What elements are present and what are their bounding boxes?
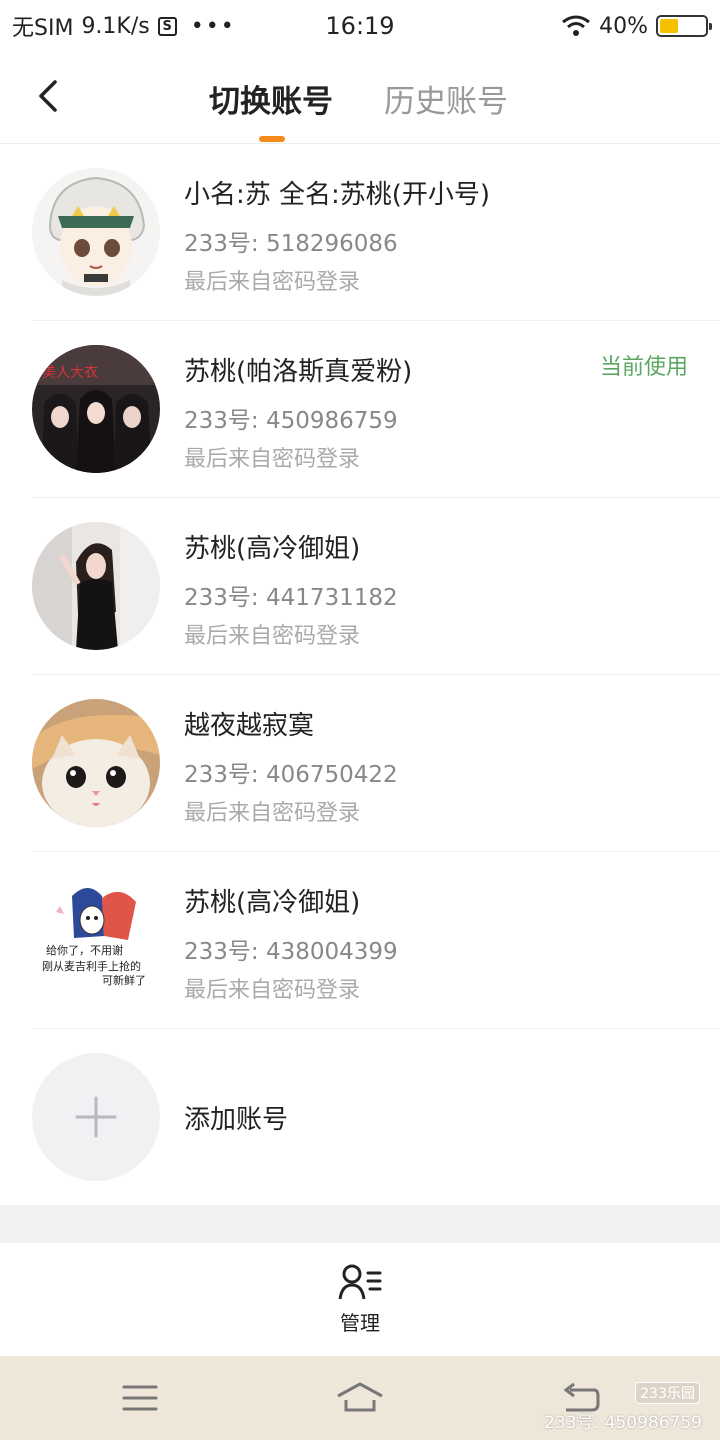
avatar [32,522,160,650]
network-speed: 9.1K/s [81,13,150,39]
status-left: 无SIM 9.1K/s S ••• [12,10,236,42]
status-bar: 无SIM 9.1K/s S ••• 16:19 40% [0,0,720,52]
active-tab-indicator [259,136,285,142]
svg-text:美人大衣: 美人大衣 [42,365,98,381]
system-nav-bar: 233乐园 233号: 450986759 [0,1356,720,1440]
add-account-label: 添加账号 [184,1105,289,1135]
tab-switch-account[interactable]: 切换账号 [209,76,333,121]
account-id: 233号: 438004399 [184,939,398,965]
s-icon: S [157,16,177,36]
add-account-row[interactable]: 添加账号 [32,1029,720,1205]
more-dots-icon: ••• [190,13,236,39]
avatar: 给你了，不用谢 刚从麦吉利手上抢的 可新鲜了 [32,876,160,1004]
account-name: 小名:苏 全名:苏桃(开小号) [184,180,491,210]
account-id: 233号: 441731182 [184,585,398,611]
account-name: 苏桃(高冷御姐) [184,534,361,564]
plus-icon [75,1096,117,1138]
cartoon-sticker-avatar: 给你了，不用谢 刚从麦吉利手上抢的 可新鲜了 [32,876,160,1004]
account-id: 233号: 406750422 [184,762,398,788]
manage-label: 管理 [340,1311,380,1335]
group-photo-avatar: 美人大衣 [32,345,160,473]
kitten-avatar [32,699,160,827]
menu-icon [122,1385,158,1411]
wifi-icon [562,15,591,36]
account-row[interactable]: 越夜越寂寞 233号: 406750422 最后来自密码登录 [32,675,720,852]
home-button[interactable] [336,1376,384,1420]
last-login-method: 最后来自密码登录 [184,270,361,295]
battery-percent: 40% [599,13,648,39]
sticker-text-2: 刚从麦吉利手上抢的 [42,959,141,973]
last-login-method: 最后来自密码登录 [184,624,361,649]
account-name: 苏桃(高冷御姐) [184,888,361,918]
last-login-method: 最后来自密码登录 [184,978,361,1003]
carrier-text: 无SIM [12,16,74,41]
account-id: 233号: 450986759 [184,408,398,434]
account-name: 苏桃(帕洛斯真爱粉) [184,357,413,387]
manage-button[interactable]: 管理 [320,1263,400,1343]
tab-history-account[interactable]: 历史账号 [384,76,508,121]
tab-bar: 切换账号 历史账号 [0,52,720,144]
sticker-text-1: 给你了，不用谢 [46,943,123,957]
battery-icon [656,15,712,37]
avatar: 美人大衣 [32,345,160,473]
recent-apps-button[interactable] [116,1376,164,1420]
account-id: 233号: 518296086 [184,231,398,257]
account-row[interactable]: 苏桃(高冷御姐) 233号: 441731182 最后来自密码登录 [32,498,720,675]
portrait-photo-avatar [32,522,160,650]
last-login-method: 最后来自密码登录 [184,801,361,826]
anime-character-avatar [32,168,160,296]
section-divider [0,1205,720,1243]
account-row[interactable]: 小名:苏 全名:苏桃(开小号) 233号: 518296086 最后来自密码登录 [32,144,720,321]
account-name: 越夜越寂寞 [184,711,315,741]
watermark-logo: 233乐园 [635,1382,700,1404]
account-row[interactable]: 美人大衣 苏桃(帕洛斯真爱粉) 233号: 450986759 最后来自密码登录… [32,321,720,498]
avatar [32,699,160,827]
avatar [32,168,160,296]
bottom-action-bar: 管理 [0,1243,720,1356]
account-row[interactable]: 给你了，不用谢 刚从麦吉利手上抢的 可新鲜了 苏桃(高冷御姐) 233号: 43… [32,852,720,1029]
sticker-text-3: 可新鲜了 [102,973,146,987]
home-icon [337,1382,383,1412]
last-login-method: 最后来自密码登录 [184,447,361,472]
status-right: 40% [561,13,712,39]
account-list: 小名:苏 全名:苏桃(开小号) 233号: 518296086 最后来自密码登录… [0,144,720,1205]
watermark-text: 233号: 450986759 [544,1413,702,1433]
add-account-button[interactable] [32,1053,160,1181]
battery-level [660,19,678,33]
header: 切换账号 历史账号 [0,52,720,144]
current-account-badge: 当前使用 [599,355,688,380]
user-manage-icon [338,1264,382,1300]
